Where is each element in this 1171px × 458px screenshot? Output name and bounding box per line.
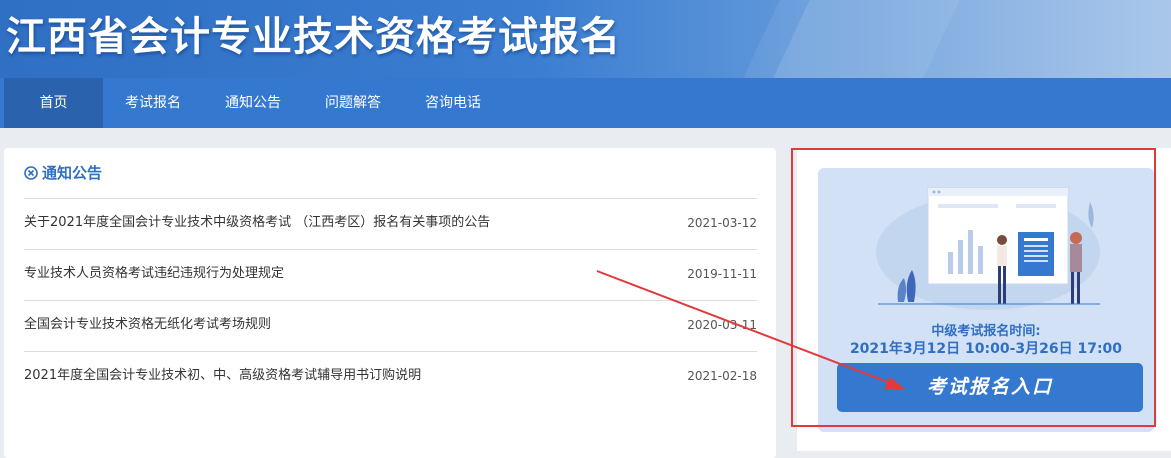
registration-card: 中级考试报名时间: 2021年3月12日 10:00-3月26日 17:00 考… [818,168,1154,432]
divider [24,198,757,199]
notice-item-date: 2021-03-12 [687,216,757,230]
notice-item[interactable]: 专业技术人员资格考试违纪违规行为处理规定 2019-11-11 [24,254,757,294]
nav-item-home[interactable]: 首页 [4,78,103,128]
notice-panel: 通知公告 关于2021年度全国会计专业技术中级资格考试 （江西考区）报名有关事项… [4,148,776,458]
notice-item-title[interactable]: 专业技术人员资格考试违纪违规行为处理规定 [24,254,284,294]
notice-item[interactable]: 全国会计专业技术资格无纸化考试考场规则 2020-03-11 [24,305,757,345]
notice-item-title[interactable]: 全国会计专业技术资格无纸化考试考场规则 [24,305,271,345]
notice-item[interactable]: 关于2021年度全国会计专业技术中级资格考试 （江西考区）报名有关事项的公告 2… [24,203,757,243]
main-nav: 首页 考试报名 通知公告 问题解答 咨询电话 [0,78,1171,128]
settings-circle-icon [24,164,38,180]
divider [24,351,757,352]
notice-item-date: 2020-03-11 [687,318,757,332]
exam-registration-entry-button[interactable]: 考试报名入口 [837,363,1143,412]
site-title: 江西省会计专业技术资格考试报名 [6,14,621,60]
nav-item-notices[interactable]: 通知公告 [203,78,303,128]
nav-item-faq[interactable]: 问题解答 [303,78,403,128]
notice-item[interactable]: 2021年度全国会计专业技术初、中、高级资格考试辅导用书订购说明 2021-02… [24,356,757,396]
nav-item-contact[interactable]: 咨询电话 [403,78,503,128]
registration-illustration [876,187,1100,310]
notice-item-date: 2021-02-18 [687,369,757,383]
notice-item-title[interactable]: 2021年度全国会计专业技术初、中、高级资格考试辅导用书订购说明 [24,356,421,396]
registration-time-label: 中级考试报名时间: [931,324,1041,339]
notice-panel-header: 通知公告 [24,162,102,184]
header-banner: 江西省会计专业技术资格考试报名 [0,0,1171,78]
notice-item-title[interactable]: 关于2021年度全国会计专业技术中级资格考试 （江西考区）报名有关事项的公告 [24,203,490,243]
divider [24,300,757,301]
registration-time-value: 2021年3月12日 10:00-3月26日 17:00 [849,341,1123,357]
notice-item-date: 2019-11-11 [687,267,757,281]
divider [24,249,757,250]
nav-item-exam-registration[interactable]: 考试报名 [103,78,203,128]
notice-panel-title: 通知公告 [42,164,103,182]
